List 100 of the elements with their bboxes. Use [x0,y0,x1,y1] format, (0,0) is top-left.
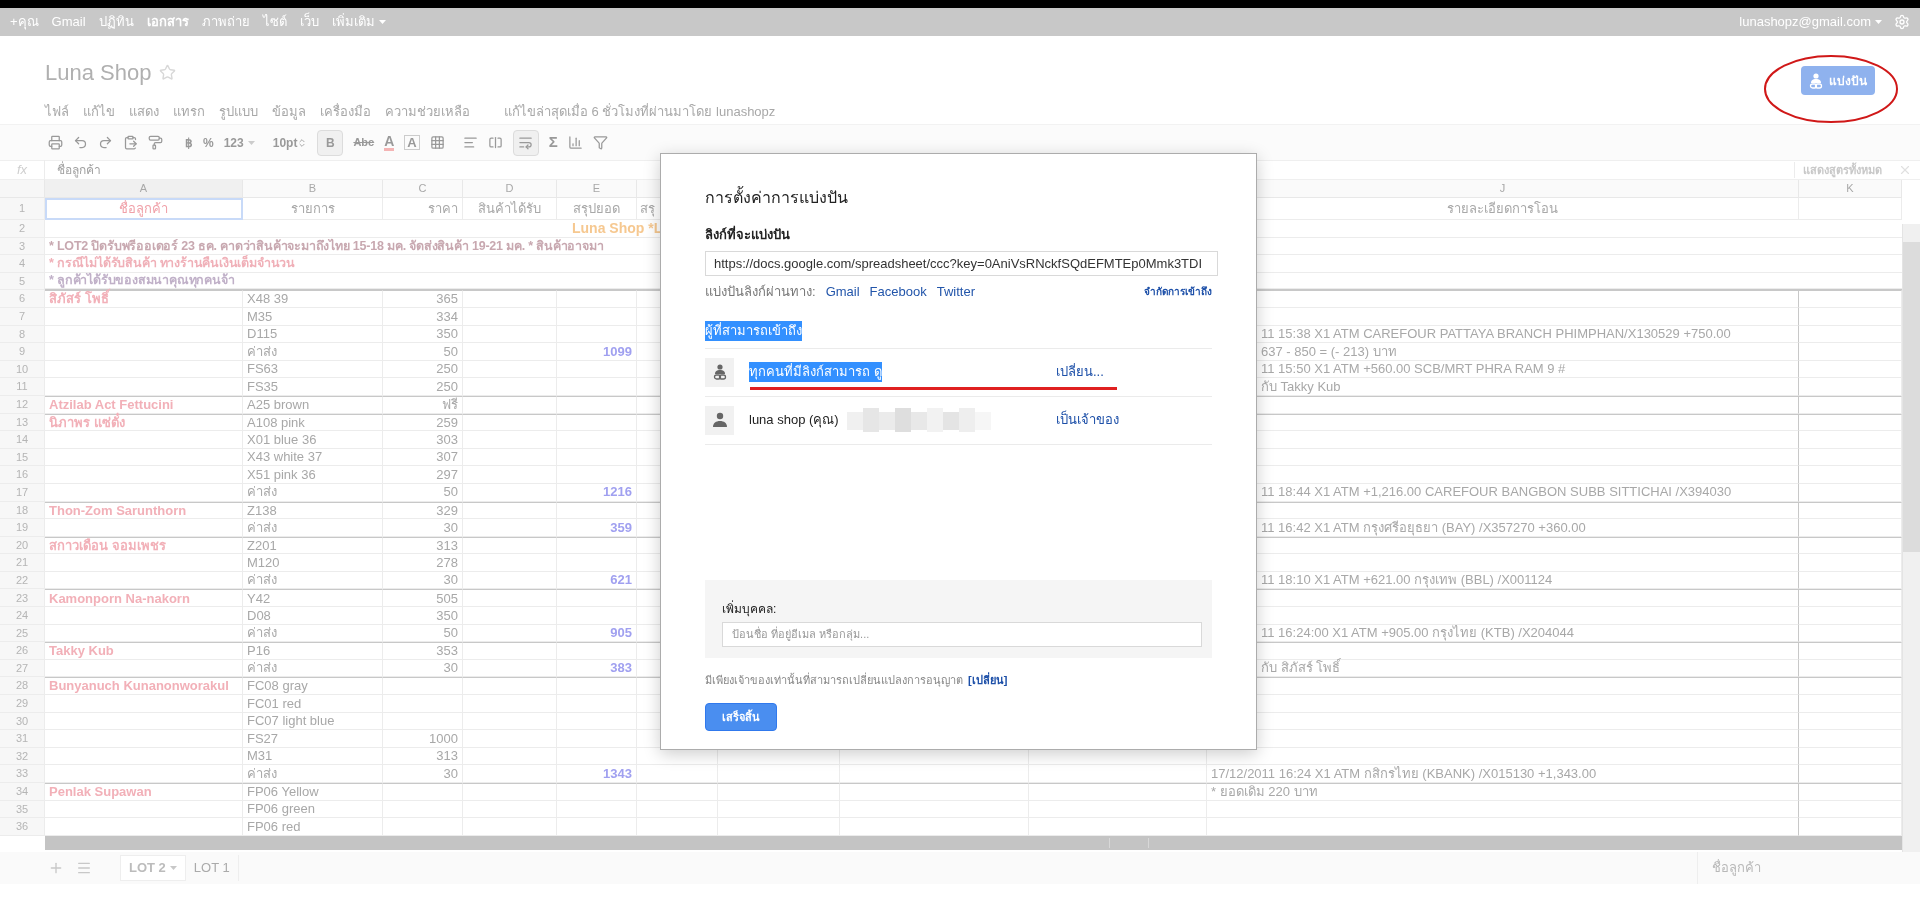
table-cell[interactable]: Z201 [243,536,383,555]
table-cell[interactable] [463,501,557,520]
table-cell[interactable]: 329 [383,501,463,520]
align-icon[interactable] [462,135,478,150]
table-cell[interactable] [463,642,557,660]
table-cell[interactable]: ฟรี [383,395,463,414]
table-cell[interactable] [1799,395,1902,414]
table-cell[interactable] [1799,783,1902,801]
currency-button[interactable]: ฿ [185,133,193,152]
table-cell[interactable]: X43 white 37 [243,448,383,467]
table-cell[interactable]: Bunyanuch Kunanonworakul [45,677,243,696]
font-size-button[interactable]: 10pt [272,133,308,152]
table-cell[interactable] [1207,800,1799,819]
table-cell[interactable]: 250 [383,378,463,396]
table-cell[interactable]: 303 [383,431,463,449]
wrap-button[interactable] [512,129,539,156]
table-cell[interactable]: Takky Kub [45,642,243,660]
table-cell[interactable]: 1216 [557,483,637,502]
table-cell[interactable] [557,677,637,696]
table-cell[interactable]: 30 [383,519,463,537]
undo-icon[interactable] [73,135,88,150]
table-cell[interactable]: ค่าส่ง [243,659,383,678]
chart-icon[interactable] [567,135,583,150]
clipboard-icon[interactable] [123,135,138,150]
redo-icon[interactable] [98,135,113,150]
share-button[interactable]: แบ่งปัน [1801,66,1875,95]
table-cell[interactable] [557,501,637,520]
print-icon[interactable] [48,135,63,150]
table-cell[interactable]: ค่าส่ง [243,343,383,361]
table-cell[interactable]: M35 [243,307,383,326]
table-cell[interactable] [1029,783,1207,801]
strikethrough-button[interactable]: Abc [353,134,375,151]
table-cell[interactable] [463,589,557,608]
table-cell[interactable]: รายการ [243,198,383,220]
sheet-tab[interactable]: LOT 2 [120,855,186,881]
table-cell[interactable]: Penlak Supawan [45,783,243,801]
close-icon[interactable] [1898,163,1912,177]
table-cell[interactable]: 278 [383,554,463,572]
table-cell[interactable]: 359 [557,519,637,537]
table-cell[interactable]: 1000 [383,730,463,748]
change-link[interactable]: เปลี่ยน... [1056,362,1104,382]
table-cell[interactable] [637,783,718,801]
table-cell[interactable]: A108 pink [243,413,383,432]
table-cell[interactable]: FS27 [243,730,383,748]
menu-item[interactable]: แสดง [129,102,159,122]
column-header[interactable]: B [243,180,383,198]
percent-button[interactable]: % [203,133,214,152]
table-cell[interactable]: 250 [383,360,463,379]
table-cell[interactable]: นิภาพร แซ่ตั๋ง [45,413,243,432]
menu-item[interactable]: ข้อมูล [272,102,306,122]
table-cell[interactable]: FP06 Yellow [243,783,383,801]
table-cell[interactable]: 365 [383,290,463,308]
table-cell[interactable] [1207,818,1799,836]
vertical-scrollbar[interactable] [1902,224,1920,852]
table-cell[interactable]: ค่าส่ง [243,624,383,643]
table-cell[interactable]: 50 [383,624,463,643]
formula-field[interactable]: ชื่อลูกค้า [57,161,101,179]
sum-button[interactable]: Σ [548,131,558,154]
table-cell[interactable]: FP06 red [243,818,383,836]
table-cell[interactable]: ราคา [383,198,463,220]
table-cell[interactable]: 1099 [557,343,637,361]
table-cell[interactable] [463,677,557,696]
table-cell[interactable] [463,290,557,308]
table-cell[interactable] [557,395,637,414]
table-cell[interactable]: ค่าส่ง [243,571,383,590]
menu-item[interactable]: ความช่วยเหลือ [385,102,470,122]
table-cell[interactable] [840,783,1029,801]
add-sheet-icon[interactable] [48,860,64,876]
table-cell[interactable]: 350 [383,607,463,625]
table-cell[interactable] [718,783,840,801]
table-cell[interactable]: 30 [383,659,463,678]
table-cell[interactable] [557,642,637,660]
settings-icon[interactable] [1894,14,1910,30]
table-cell[interactable] [1799,501,1902,520]
sheet-list-icon[interactable] [76,860,92,876]
table-cell[interactable]: D08 [243,607,383,625]
table-cell[interactable] [463,536,557,555]
column-header[interactable]: E [557,180,637,198]
table-cell[interactable]: 259 [383,413,463,432]
corner-cell[interactable] [0,180,45,198]
column-header[interactable]: K [1799,180,1902,198]
link-field[interactable]: https://docs.google.com/spreadsheet/ccc?key=0AniVsRNckfSQdEFMTEp0Mmk3TDI [705,250,1218,276]
scrollbar-grip[interactable] [1109,837,1149,848]
table-cell[interactable]: 307 [383,448,463,467]
table-cell[interactable]: 353 [383,642,463,660]
table-cell[interactable] [1799,677,1902,696]
star-icon[interactable] [159,64,177,81]
table-cell[interactable]: 297 [383,466,463,484]
table-cell[interactable] [383,783,463,801]
table-cell[interactable] [557,413,637,432]
table-cell[interactable] [383,677,463,696]
borders-icon[interactable] [429,135,445,150]
add-people-field[interactable]: ป้อนชื่อ ที่อยู่อีเมล หรือกลุ่ม... [722,621,1202,647]
table-cell[interactable]: 313 [383,536,463,555]
table-cell[interactable]: 621 [557,571,637,590]
table-cell[interactable]: สรุปยอด [557,198,637,220]
table-cell[interactable]: 17/12/2011 16:24 X1 ATM กสิกรไทย (KBANK) /X015130 +1,343.00 [1207,765,1799,783]
table-cell[interactable]: Z138 [243,501,383,520]
table-cell[interactable]: M31 [243,747,383,766]
table-cell[interactable] [463,783,557,801]
